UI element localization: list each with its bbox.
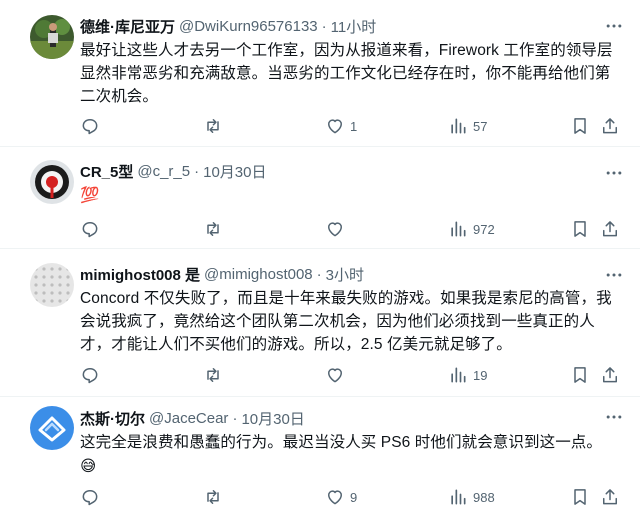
analytics-icon [451,221,466,237]
heart-icon [328,490,342,505]
tweet-header: CR_5型 @c_r_5 · 10月30日 [80,159,618,183]
separator: · [321,17,327,35]
retweet-button[interactable] [203,363,228,387]
reply-button[interactable] [80,363,105,387]
avatar[interactable] [30,15,74,59]
tweet: mimighost008 是 @mimighost008 · 3小时 Conco… [0,249,640,397]
display-name[interactable]: mimighost008 是 [80,264,200,285]
retweet-icon [207,222,219,236]
reply-button[interactable] [80,114,105,138]
avatar[interactable] [30,160,74,204]
like-button[interactable] [325,363,350,387]
bookmark-icon [574,221,586,237]
bookmark-button[interactable] [570,114,590,138]
avatar[interactable] [30,406,74,450]
views-button[interactable]: 972 [448,217,495,241]
retweet-button[interactable] [203,217,228,241]
share-button[interactable] [600,114,620,138]
tweet: CR_5型 @c_r_5 · 10月30日 💯 972 [0,147,640,249]
bookmark-icon [574,118,586,134]
avatar[interactable] [30,263,74,307]
tweet-text: Concord 不仅失败了，而且是十年来最失败的游戏。如果我是索尼的高管，我会说… [80,290,612,353]
tweet-emoji: 😅 [80,458,97,475]
analytics-icon [451,489,466,505]
user-handle[interactable]: @c_r_5 [137,163,190,180]
reply-icon [82,222,98,238]
reply-icon [82,368,98,384]
retweet-icon [207,490,219,504]
display-name[interactable]: CR_5型 [80,161,133,182]
tweet-header: 德维·库尼亚万 @DwiKurn96576133 · 11小时 [80,14,618,38]
share-icon [603,118,617,134]
views-button[interactable]: 988 [448,485,495,509]
retweet-icon [207,119,219,133]
tweet-actions: 1 57 [80,114,620,138]
user-handle[interactable]: @DwiKurn96576133 [179,18,318,35]
reply-button[interactable] [80,485,105,509]
tweet-actions: 19 [80,363,620,387]
heart-icon [328,368,342,383]
user-handle[interactable]: @JaceCear [149,410,228,427]
tweet: 杰斯·切尔 @JaceCear · 10月30日 这完全是浪费和愚蠢的行为。最迟… [0,397,640,518]
share-button[interactable] [600,217,620,241]
share-icon [603,367,617,383]
separator: · [232,409,238,427]
separator: · [316,265,322,283]
analytics-icon [451,118,466,134]
like-button[interactable]: 9 [325,485,357,509]
heart-icon [328,222,342,237]
bookmark-icon [574,489,586,505]
tweet-header: mimighost008 是 @mimighost008 · 3小时 [80,262,618,286]
like-button[interactable]: 1 [325,114,357,138]
share-button[interactable] [600,363,620,387]
share-button[interactable] [600,485,620,509]
timestamp[interactable]: 3小时 [326,264,364,285]
retweet-icon [207,368,219,382]
tweet-text: 这完全是浪费和愚蠢的行为。最迟当没人买 PS6 时他们就会意识到这一点。 [80,434,603,451]
tweet-text: 最好让这些人才去另一个工作室，因为从报道来看，Firework 工作室的领导层显… [80,42,613,105]
bookmark-button[interactable] [570,217,590,241]
bookmark-button[interactable] [570,363,590,387]
share-icon [603,221,617,237]
view-count: 57 [473,118,488,134]
bookmark-button[interactable] [570,485,590,509]
tweet-text: 💯 [80,187,100,204]
reply-icon [82,119,98,135]
views-button[interactable]: 19 [448,363,487,387]
timestamp[interactable]: 10月30日 [203,161,266,182]
view-count: 988 [473,489,495,505]
timestamp[interactable]: 10月30日 [241,408,304,429]
display-name[interactable]: 杰斯·切尔 [80,408,145,429]
retweet-button[interactable] [203,114,228,138]
separator: · [194,162,200,180]
heart-icon [328,119,342,134]
share-icon [603,489,617,505]
views-button[interactable]: 57 [448,114,487,138]
tweet-actions: 9 988 [80,485,620,509]
user-handle[interactable]: @mimighost008 [204,266,313,283]
view-count: 19 [473,367,488,383]
reply-icon [82,490,98,506]
analytics-icon [451,367,466,383]
view-count: 972 [473,221,495,237]
like-count: 1 [350,118,358,134]
reply-button[interactable] [80,217,105,241]
like-button[interactable] [325,217,350,241]
tweet-header: 杰斯·切尔 @JaceCear · 10月30日 [80,406,618,430]
tweet: 德维·库尼亚万 @DwiKurn96576133 · 11小时 最好让这些人才去… [0,0,640,147]
bookmark-icon [574,367,586,383]
timestamp[interactable]: 11小时 [331,16,377,37]
retweet-button[interactable] [203,485,228,509]
tweet-actions: 972 [80,217,620,241]
display-name[interactable]: 德维·库尼亚万 [80,16,175,37]
like-count: 9 [350,489,358,505]
